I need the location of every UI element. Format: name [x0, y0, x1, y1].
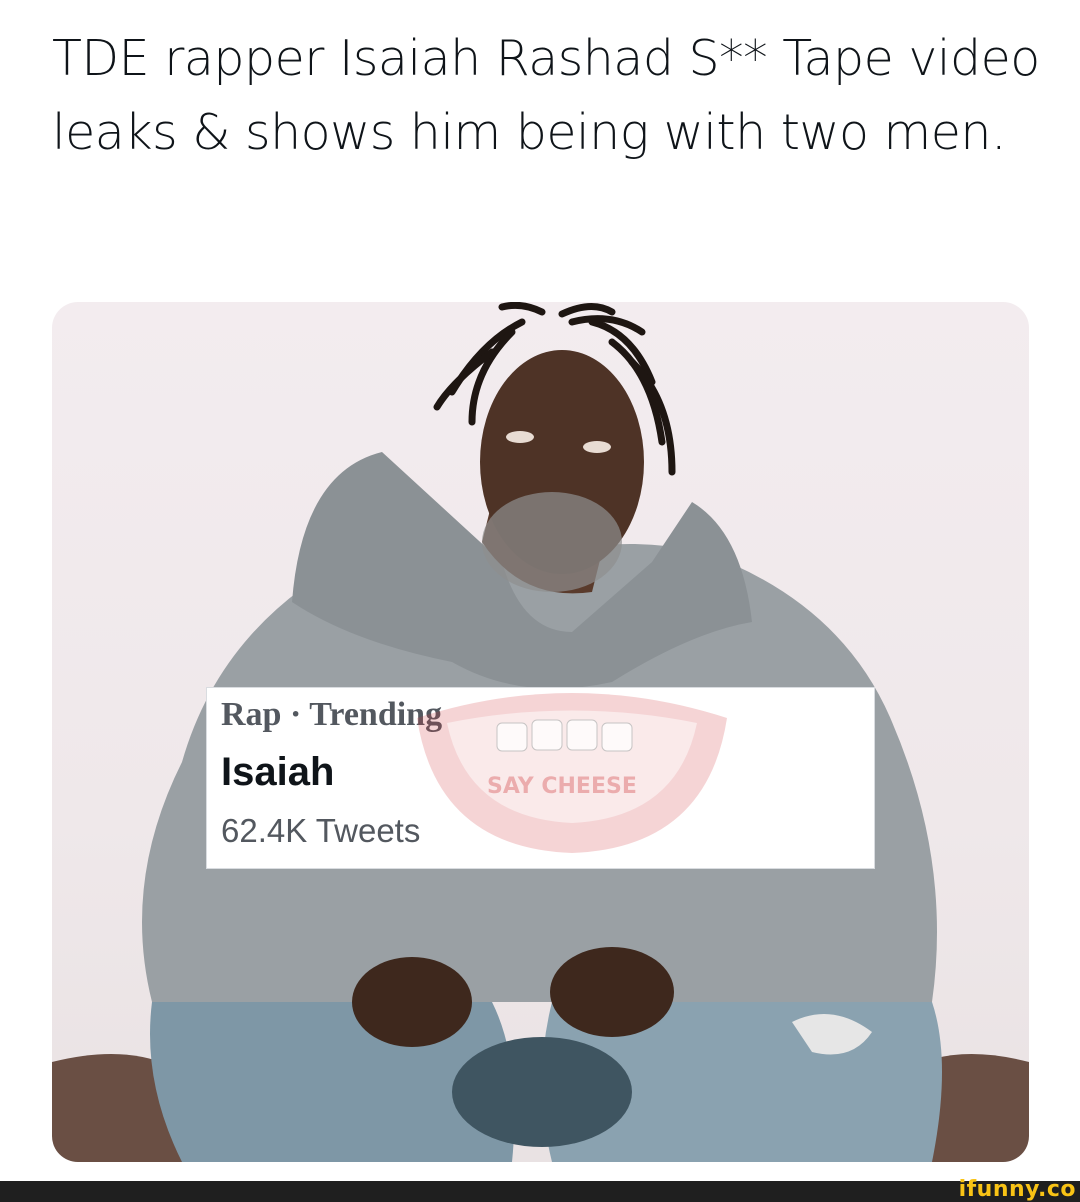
say-cheese-watermark: SAY CHEESE: [487, 774, 637, 799]
trending-card[interactable]: Rap · Trending Isaiah 62.4K Tweets SAY C…: [206, 687, 875, 869]
ifunny-logo[interactable]: ifunny.co: [959, 1177, 1076, 1202]
smoke-beard: [482, 492, 622, 592]
footer-bar: ifunny.co: [0, 1177, 1080, 1202]
left-eye: [506, 431, 534, 443]
right-hand: [550, 947, 674, 1037]
lips-mouth-icon: SAY CHEESE: [417, 693, 727, 853]
right-eye: [583, 441, 611, 453]
trend-topic[interactable]: Isaiah: [221, 750, 334, 795]
cap: [452, 1037, 632, 1147]
trend-tweet-count: 62.4K Tweets: [221, 812, 421, 849]
left-hand: [352, 957, 472, 1047]
tweet-caption: TDE rapper Isaiah Rashad S** Tape video …: [52, 30, 1040, 161]
